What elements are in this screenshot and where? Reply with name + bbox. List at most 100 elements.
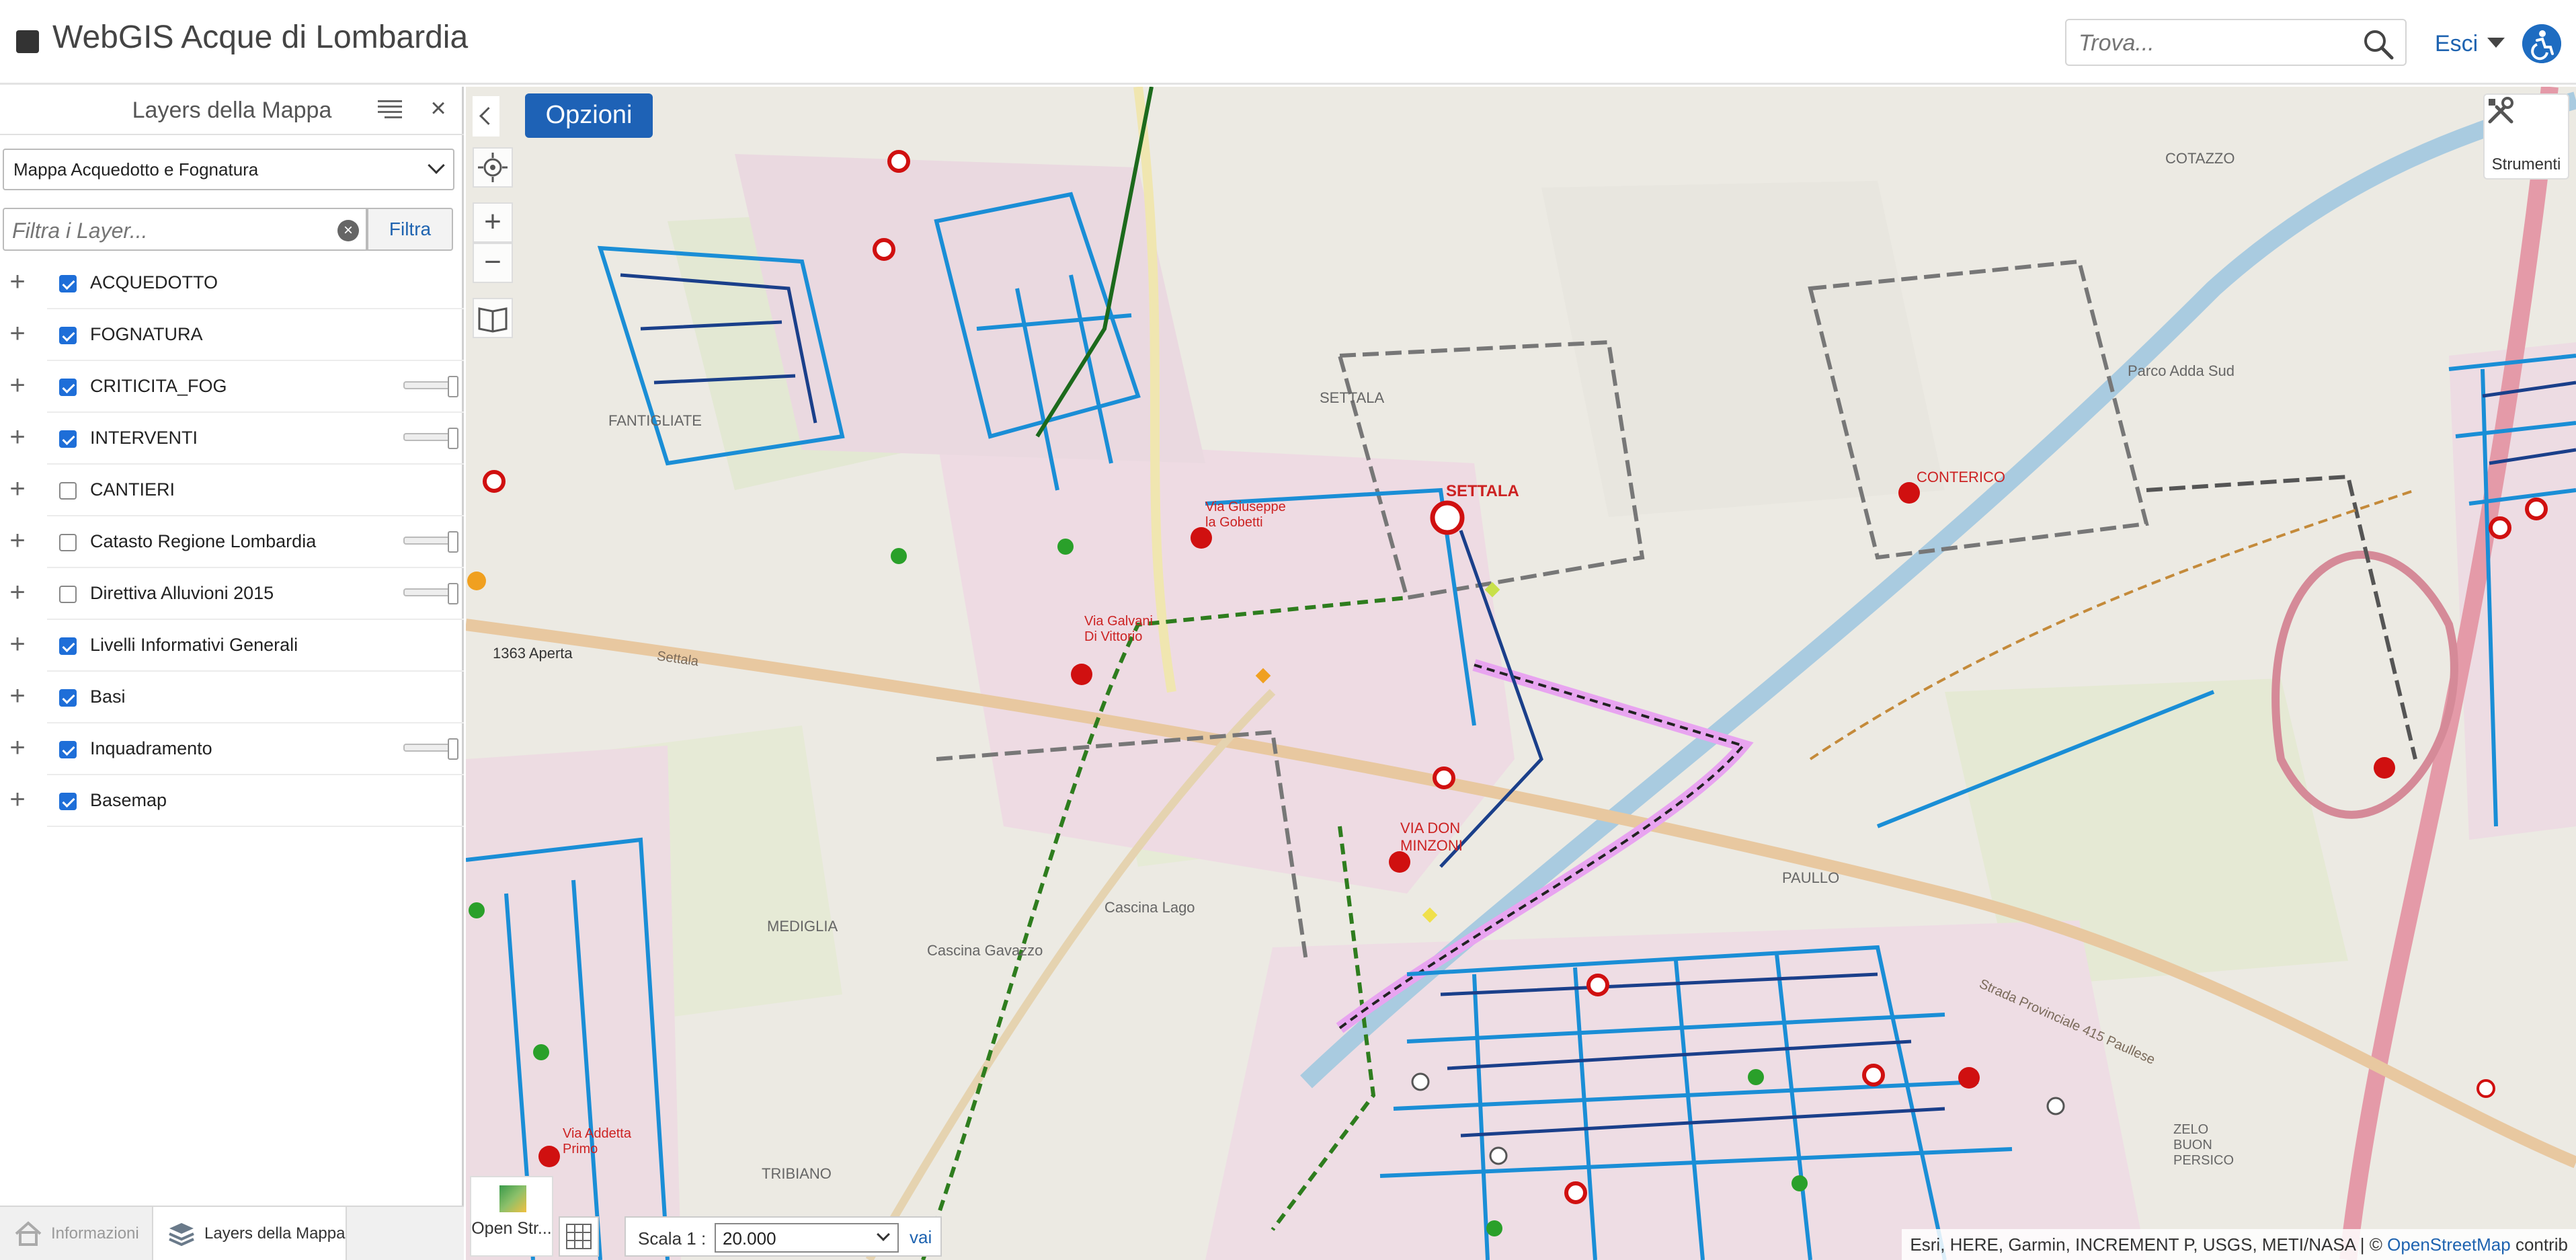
map-select-value: Mappa Acquedotto e Fognatura xyxy=(13,159,259,180)
layer-checkbox[interactable] xyxy=(59,586,77,603)
search-input[interactable] xyxy=(2079,27,2347,59)
locate-icon[interactable] xyxy=(473,147,513,188)
map-label-settala-red: SETTALA xyxy=(1446,482,1519,500)
close-icon[interactable]: × xyxy=(426,95,450,122)
clear-icon[interactable]: × xyxy=(337,220,359,241)
layer-label: CRITICITA_FOG xyxy=(90,376,227,396)
map-label-mediglia: MEDIGLIA xyxy=(767,918,838,935)
expand-icon[interactable]: + xyxy=(4,579,31,606)
scale-label: Scala 1 : xyxy=(638,1228,707,1249)
opacity-slider[interactable] xyxy=(403,583,458,604)
expand-icon[interactable]: + xyxy=(4,682,31,709)
chevron-down-icon xyxy=(428,157,445,174)
scale-go-button[interactable]: vai xyxy=(910,1227,932,1248)
opacity-slider[interactable] xyxy=(403,531,458,553)
app-title: WebGIS Acque di Lombardia xyxy=(52,19,469,55)
list-menu-icon[interactable] xyxy=(378,99,402,119)
home-icon xyxy=(15,1221,42,1246)
map-label-via-don-minzoni: VIA DON MINZONI xyxy=(1400,820,1463,854)
map-label-via-gobetti: Via Giuseppe la Gobetti xyxy=(1205,500,1286,530)
map-label-cotazzo: COTAZZO xyxy=(2165,150,2235,167)
layer-row: + CRITICITA_FOG xyxy=(9,361,464,413)
map-label-aperta: 1363 Aperta xyxy=(493,645,573,662)
basemap-thumbnail-icon xyxy=(498,1184,528,1214)
layer-row: + Basi xyxy=(9,672,464,723)
layer-label: INTERVENTI xyxy=(90,428,198,448)
filter-button[interactable]: Filtra xyxy=(367,208,453,251)
opacity-slider[interactable] xyxy=(403,738,458,760)
layer-row: + ACQUEDOTTO xyxy=(9,258,464,309)
tools-label: Strumenti xyxy=(2491,155,2561,173)
layer-row: + Livelli Informativi Generali xyxy=(9,620,464,672)
map-label-paullo: PAULLO xyxy=(1782,869,1840,886)
tools-button[interactable]: Strumenti xyxy=(2483,93,2569,180)
opacity-slider[interactable] xyxy=(403,376,458,397)
search-icon[interactable] xyxy=(2361,27,2396,62)
zoom-out-icon[interactable]: − xyxy=(473,243,513,283)
layer-list: + ACQUEDOTTO + FOGNATURA + CRITICITA_FOG + INTE… xyxy=(0,258,464,827)
layer-row: + Inquadramento xyxy=(9,723,464,775)
tools-icon xyxy=(2488,97,2513,124)
layer-label: Basemap xyxy=(90,790,167,810)
layer-label: Livelli Informativi Generali xyxy=(90,635,298,655)
opacity-slider[interactable] xyxy=(403,428,458,449)
openstreetmap-link[interactable]: OpenStreetMap xyxy=(2387,1234,2511,1255)
layer-label: CANTIERI xyxy=(90,479,175,500)
layer-checkbox[interactable] xyxy=(59,275,77,292)
logout-link[interactable]: Esci xyxy=(2435,31,2478,57)
map-label-cascina-gavazzo: Cascina Gavazzo xyxy=(927,942,1043,959)
accessibility-icon[interactable] xyxy=(2522,24,2561,63)
options-button[interactable]: Opzioni xyxy=(525,93,653,138)
map-label-via-galvani: Via Galvani Di Vittorio xyxy=(1084,614,1153,644)
layer-checkbox[interactable] xyxy=(59,534,77,551)
scale-control: Scala 1 : 20.000 vai xyxy=(625,1216,942,1257)
expand-icon[interactable]: + xyxy=(4,475,31,502)
attribution-text: Esri, HERE, Garmin, INCREMENT P, USGS, M… xyxy=(1910,1234,2388,1255)
search-box xyxy=(2065,19,2407,66)
layer-checkbox[interactable] xyxy=(59,637,77,655)
tab-layers[interactable]: Layers della Mappa xyxy=(152,1207,347,1260)
layer-label: FOGNATURA xyxy=(90,324,203,344)
layer-checkbox[interactable] xyxy=(59,741,77,758)
grid-icon[interactable] xyxy=(559,1216,599,1257)
layer-checkbox[interactable] xyxy=(59,327,77,344)
expand-icon[interactable]: + xyxy=(4,424,31,450)
basemap-label: Open Str... xyxy=(471,1219,552,1238)
tab-layers-label: Layers della Mappa xyxy=(204,1224,346,1243)
map-select[interactable]: Mappa Acquedotto e Fognatura xyxy=(3,149,454,190)
expand-icon[interactable]: + xyxy=(4,372,31,399)
map-label-tribiano: TRIBIANO xyxy=(762,1165,832,1182)
filter-box: × xyxy=(3,208,367,251)
scale-select[interactable]: 20.000 xyxy=(715,1223,899,1253)
map-toolbar: + − xyxy=(473,141,513,369)
layer-row: + Direttiva Alluvioni 2015 xyxy=(9,568,464,620)
map-canvas[interactable] xyxy=(466,87,2576,1260)
map-attribution: Esri, HERE, Garmin, INCREMENT P, USGS, M… xyxy=(1902,1229,2576,1260)
expand-icon[interactable]: + xyxy=(4,268,31,295)
layer-filter-input[interactable] xyxy=(12,216,321,245)
layer-checkbox[interactable] xyxy=(59,793,77,810)
tab-informazioni[interactable]: Informazioni xyxy=(0,1207,152,1260)
chevron-down-icon[interactable] xyxy=(2487,38,2505,48)
expand-icon[interactable]: + xyxy=(4,320,31,347)
collapse-panel-button[interactable] xyxy=(473,96,499,136)
layers-icon xyxy=(169,1223,194,1247)
layer-checkbox[interactable] xyxy=(59,379,77,396)
map-view[interactable]: SETTALA SETTALA CONTERICO VIA DON MINZON… xyxy=(466,87,2576,1260)
zoom-in-icon[interactable]: + xyxy=(473,202,513,243)
bookmark-icon[interactable] xyxy=(473,298,513,338)
layer-label: Direttiva Alluvioni 2015 xyxy=(90,583,274,603)
expand-icon[interactable]: + xyxy=(4,734,31,761)
layer-label: ACQUEDOTTO xyxy=(90,272,218,292)
map-label-contefico: CONTERICO xyxy=(1917,469,2005,485)
expand-icon[interactable]: + xyxy=(4,631,31,658)
layer-label: Basi xyxy=(90,686,126,707)
layers-panel: Layers della Mappa × Mappa Acquedotto e … xyxy=(0,87,464,1260)
layer-checkbox[interactable] xyxy=(59,430,77,448)
basemap-button[interactable]: Open Str... xyxy=(470,1176,553,1257)
expand-icon[interactable]: + xyxy=(4,786,31,813)
layer-checkbox[interactable] xyxy=(59,482,77,500)
layer-checkbox[interactable] xyxy=(59,689,77,707)
expand-icon[interactable]: + xyxy=(4,527,31,554)
scale-value: 20.000 xyxy=(723,1228,776,1249)
